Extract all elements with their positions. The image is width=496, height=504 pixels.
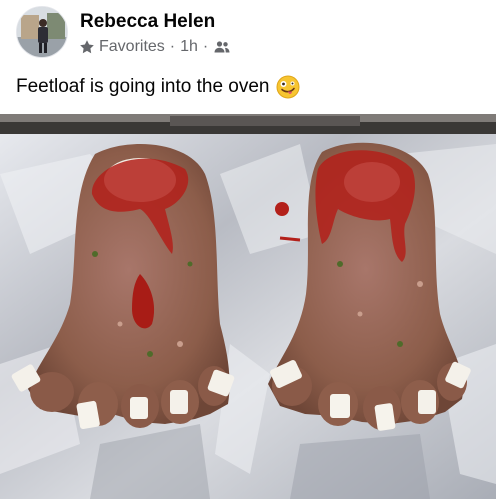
post-meta: Favorites · 1h · <box>79 38 230 56</box>
post-timestamp[interactable]: 1h <box>180 38 198 56</box>
friends-icon <box>214 41 230 53</box>
audience-label[interactable]: Favorites <box>99 38 165 56</box>
star-icon <box>80 40 94 54</box>
post-photo[interactable] <box>0 114 496 499</box>
author-name[interactable]: Rebecca Helen <box>80 11 215 33</box>
zany-face-emoji-icon <box>276 75 300 99</box>
caption-text: Feetloaf is going into the oven <box>16 76 270 97</box>
post-caption: Feetloaf is going into the oven <box>16 75 300 99</box>
feetloaf-photo <box>0 114 496 499</box>
author-avatar[interactable] <box>16 6 68 58</box>
post-header: Rebecca Helen Favorites · 1h · <box>0 0 496 64</box>
meta-separator-2: · <box>202 38 209 55</box>
meta-separator: · <box>169 38 176 55</box>
